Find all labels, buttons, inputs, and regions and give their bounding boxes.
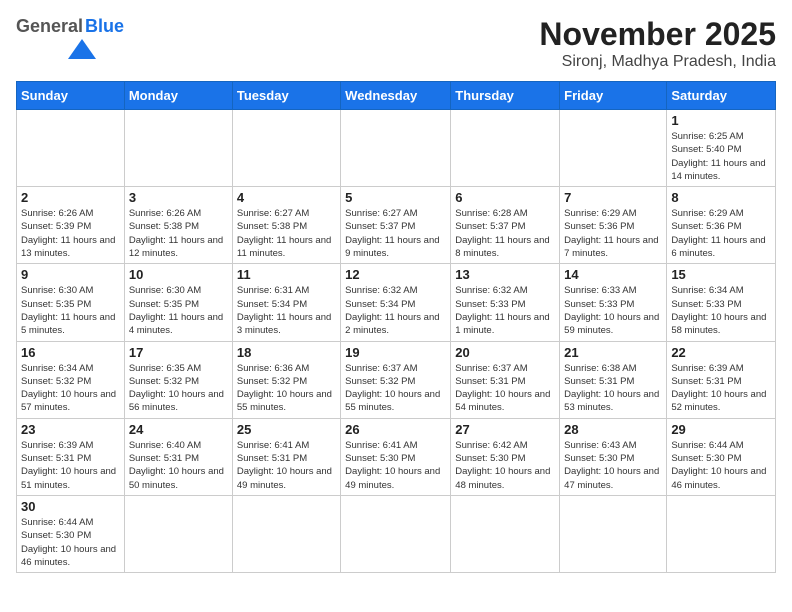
day-11: 11 Sunrise: 6:31 AMSunset: 5:34 PMDaylig… xyxy=(232,264,340,341)
header-saturday: Saturday xyxy=(667,82,776,110)
calendar-row-6: 30 Sunrise: 6:44 AMSunset: 5:30 PMDaylig… xyxy=(17,495,776,572)
day-1: 1 Sunrise: 6:25 AM Sunset: 5:40 PM Dayli… xyxy=(667,110,776,187)
empty-cell xyxy=(451,110,560,187)
header-wednesday: Wednesday xyxy=(341,82,451,110)
day-15: 15 Sunrise: 6:34 AMSunset: 5:33 PMDaylig… xyxy=(667,264,776,341)
day-5: 5 Sunrise: 6:27 AMSunset: 5:37 PMDayligh… xyxy=(341,187,451,264)
calendar-month-year: November 2025 xyxy=(539,16,776,53)
header-friday: Friday xyxy=(560,82,667,110)
day-21: 21 Sunrise: 6:38 AMSunset: 5:31 PMDaylig… xyxy=(560,341,667,418)
empty-cell xyxy=(232,495,340,572)
day-6: 6 Sunrise: 6:28 AMSunset: 5:37 PMDayligh… xyxy=(451,187,560,264)
logo-triangle-icon xyxy=(68,39,96,59)
empty-cell xyxy=(232,110,340,187)
day-28: 28 Sunrise: 6:43 AMSunset: 5:30 PMDaylig… xyxy=(560,418,667,495)
day-14: 14 Sunrise: 6:33 AMSunset: 5:33 PMDaylig… xyxy=(560,264,667,341)
day-24: 24 Sunrise: 6:40 AMSunset: 5:31 PMDaylig… xyxy=(124,418,232,495)
calendar-title-area: November 2025 Sironj, Madhya Pradesh, In… xyxy=(539,16,776,71)
day-10: 10 Sunrise: 6:30 AMSunset: 5:35 PMDaylig… xyxy=(124,264,232,341)
header-monday: Monday xyxy=(124,82,232,110)
day-30: 30 Sunrise: 6:44 AMSunset: 5:30 PMDaylig… xyxy=(17,495,125,572)
day-13: 13 Sunrise: 6:32 AMSunset: 5:33 PMDaylig… xyxy=(451,264,560,341)
empty-cell xyxy=(17,110,125,187)
day-3: 3 Sunrise: 6:26 AMSunset: 5:38 PMDayligh… xyxy=(124,187,232,264)
logo: General Blue xyxy=(16,16,124,59)
day-2: 2 Sunrise: 6:26 AMSunset: 5:39 PMDayligh… xyxy=(17,187,125,264)
d1-sunrise: 6:25 AM xyxy=(709,131,744,142)
d1-daylight-label: Daylight: xyxy=(671,158,711,169)
day-27: 27 Sunrise: 6:42 AMSunset: 5:30 PMDaylig… xyxy=(451,418,560,495)
day-26: 26 Sunrise: 6:41 AMSunset: 5:30 PMDaylig… xyxy=(341,418,451,495)
calendar-row-4: 16 Sunrise: 6:34 AMSunset: 5:32 PMDaylig… xyxy=(17,341,776,418)
empty-cell xyxy=(341,110,451,187)
empty-cell xyxy=(451,495,560,572)
empty-cell xyxy=(667,495,776,572)
day-17: 17 Sunrise: 6:35 AMSunset: 5:32 PMDaylig… xyxy=(124,341,232,418)
d1-sunrise-label: Sunrise: xyxy=(671,131,709,142)
day-29: 29 Sunrise: 6:44 AMSunset: 5:30 PMDaylig… xyxy=(667,418,776,495)
calendar-row-2: 2 Sunrise: 6:26 AMSunset: 5:39 PMDayligh… xyxy=(17,187,776,264)
page-header: General Blue November 2025 Sironj, Madhy… xyxy=(16,16,776,71)
day-9: 9 Sunrise: 6:30 AMSunset: 5:35 PMDayligh… xyxy=(17,264,125,341)
calendar-row-3: 9 Sunrise: 6:30 AMSunset: 5:35 PMDayligh… xyxy=(17,264,776,341)
day-7: 7 Sunrise: 6:29 AMSunset: 5:36 PMDayligh… xyxy=(560,187,667,264)
calendar-header-row: Sunday Monday Tuesday Wednesday Thursday… xyxy=(17,82,776,110)
empty-cell xyxy=(560,495,667,572)
day-18: 18 Sunrise: 6:36 AMSunset: 5:32 PMDaylig… xyxy=(232,341,340,418)
day-25: 25 Sunrise: 6:41 AMSunset: 5:31 PMDaylig… xyxy=(232,418,340,495)
empty-cell xyxy=(560,110,667,187)
empty-cell xyxy=(124,110,232,187)
calendar-row-5: 23 Sunrise: 6:39 AMSunset: 5:31 PMDaylig… xyxy=(17,418,776,495)
calendar-table: Sunday Monday Tuesday Wednesday Thursday… xyxy=(16,81,776,573)
empty-cell xyxy=(341,495,451,572)
day-23: 23 Sunrise: 6:39 AMSunset: 5:31 PMDaylig… xyxy=(17,418,125,495)
header-thursday: Thursday xyxy=(451,82,560,110)
header-sunday: Sunday xyxy=(17,82,125,110)
logo-blue-text: Blue xyxy=(85,16,124,37)
calendar-row-1: 1 Sunrise: 6:25 AM Sunset: 5:40 PM Dayli… xyxy=(17,110,776,187)
day-8: 8 Sunrise: 6:29 AMSunset: 5:36 PMDayligh… xyxy=(667,187,776,264)
day-22: 22 Sunrise: 6:39 AMSunset: 5:31 PMDaylig… xyxy=(667,341,776,418)
day-20: 20 Sunrise: 6:37 AMSunset: 5:31 PMDaylig… xyxy=(451,341,560,418)
day-12: 12 Sunrise: 6:32 AMSunset: 5:34 PMDaylig… xyxy=(341,264,451,341)
empty-cell xyxy=(124,495,232,572)
day-4: 4 Sunrise: 6:27 AMSunset: 5:38 PMDayligh… xyxy=(232,187,340,264)
logo-general-text: General xyxy=(16,16,83,37)
day-19: 19 Sunrise: 6:37 AMSunset: 5:32 PMDaylig… xyxy=(341,341,451,418)
day-16: 16 Sunrise: 6:34 AMSunset: 5:32 PMDaylig… xyxy=(17,341,125,418)
header-tuesday: Tuesday xyxy=(232,82,340,110)
d1-sunset: 5:40 PM xyxy=(706,144,741,155)
d1-sunset-label: Sunset: xyxy=(671,144,706,155)
calendar-location: Sironj, Madhya Pradesh, India xyxy=(539,53,776,71)
